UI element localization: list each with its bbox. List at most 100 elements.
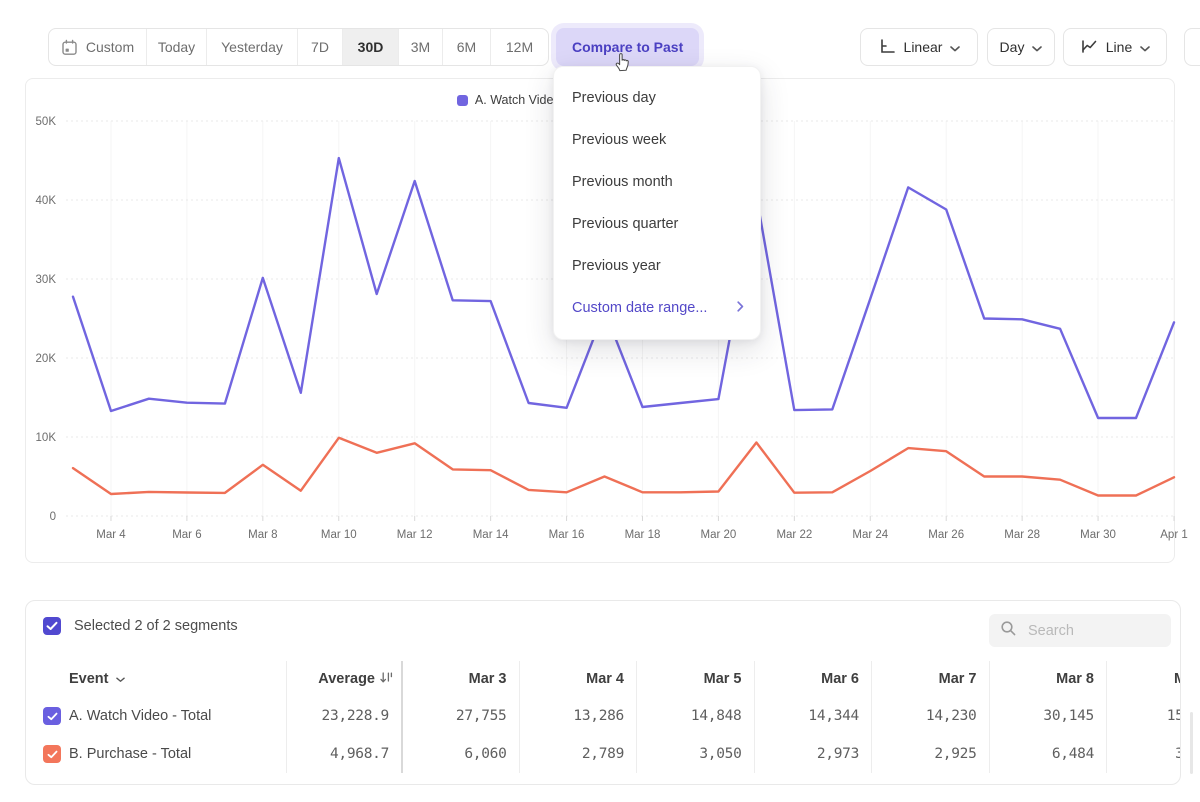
svg-text:Mar 22: Mar 22 — [776, 529, 812, 541]
cell-value: 2,789 — [520, 735, 637, 773]
selected-segments-summary: Selected 2 of 2 segments — [74, 618, 238, 634]
chevron-down-icon — [1032, 39, 1042, 55]
svg-text:Mar 6: Mar 6 — [172, 529, 201, 541]
cell-value: 13,286 — [520, 697, 637, 735]
clipped-toolbar-button[interactable] — [1184, 28, 1200, 66]
average-header-label: Average — [318, 671, 375, 687]
menu-item-previous-week[interactable]: Previous week — [554, 119, 760, 161]
segment-search — [989, 614, 1171, 647]
svg-text:Mar 28: Mar 28 — [1004, 529, 1040, 541]
date-column-header: Mar 8 — [990, 661, 1107, 697]
segment-checkbox[interactable] — [43, 745, 61, 763]
event-header-label: Event — [69, 671, 109, 687]
y-axis-scale-dropdown[interactable]: Linear — [860, 28, 978, 66]
date-column-header: Mar 5 — [637, 661, 754, 697]
cell-value: 6,060 — [403, 735, 519, 773]
chart-type-label: Line — [1106, 39, 1132, 55]
series-line — [73, 438, 1174, 496]
svg-text:Mar 10: Mar 10 — [321, 529, 357, 541]
svg-text:Mar 30: Mar 30 — [1080, 529, 1116, 541]
preset-3m[interactable]: 3M — [399, 29, 443, 65]
table-column: Average 23,228.94,968.7 — [286, 661, 401, 773]
svg-text:0: 0 — [50, 511, 56, 523]
cell-value: 2,925 — [872, 735, 989, 773]
date-preset-group: Custom TodayYesterday7D30D3M6M12M — [48, 28, 549, 66]
cell-value: 3,050 — [637, 735, 754, 773]
menu-item-custom-date-range[interactable]: Custom date range... — [554, 287, 760, 329]
cell-value-clipped: 3, — [1107, 735, 1181, 773]
svg-text:Mar 16: Mar 16 — [549, 529, 585, 541]
table-column: Mar 514,8483,050 — [636, 661, 754, 773]
chevron-down-icon — [116, 671, 125, 687]
preset-label: Custom — [86, 39, 134, 55]
preset-custom[interactable]: Custom — [49, 29, 147, 65]
table-column: M15,3, — [1106, 661, 1181, 773]
calendar-icon — [61, 39, 78, 56]
axis-scale-icon — [878, 38, 896, 57]
menu-item-previous-month[interactable]: Previous month — [554, 161, 760, 203]
table-column: Mar 714,2302,925 — [871, 661, 989, 773]
interval-dropdown[interactable]: Day — [987, 28, 1055, 66]
event-column-header[interactable]: Event — [26, 661, 286, 697]
cell-value-clipped: 15, — [1107, 697, 1181, 735]
menu-item-previous-quarter[interactable]: Previous quarter — [554, 203, 760, 245]
segments-panel: Selected 2 of 2 segments Event A. Watch V… — [25, 600, 1181, 785]
svg-text:30K: 30K — [36, 274, 57, 286]
table-column: Mar 413,2862,789 — [519, 661, 637, 773]
date-column-header: Mar 3 — [403, 661, 519, 697]
preset-yesterday[interactable]: Yesterday — [207, 29, 298, 65]
search-icon — [1000, 620, 1017, 642]
svg-text:Mar 26: Mar 26 — [928, 529, 964, 541]
preset-today[interactable]: Today — [147, 29, 207, 65]
svg-text:Mar 12: Mar 12 — [397, 529, 433, 541]
average-value: 23,228.9 — [287, 697, 401, 735]
date-column-header: Mar 4 — [520, 661, 637, 697]
preset-6m[interactable]: 6M — [443, 29, 491, 65]
menu-item-previous-year[interactable]: Previous year — [554, 245, 760, 287]
compare-to-past-menu: Previous dayPrevious weekPrevious monthP… — [553, 66, 761, 340]
line-chart-icon — [1080, 38, 1098, 57]
select-all-checkbox[interactable] — [43, 617, 61, 635]
svg-text:50K: 50K — [36, 116, 57, 128]
svg-text:Mar 4: Mar 4 — [96, 529, 126, 541]
compare-to-past-button[interactable]: Compare to Past — [556, 28, 699, 66]
search-input[interactable] — [1026, 622, 1160, 640]
preset-12m[interactable]: 12M — [491, 29, 548, 65]
chart-type-dropdown[interactable]: Line — [1063, 28, 1167, 66]
segment-checkbox[interactable] — [43, 707, 61, 725]
chevron-right-icon — [737, 300, 744, 316]
svg-text:Apr 1: Apr 1 — [1160, 529, 1188, 541]
average-value: 4,968.7 — [287, 735, 401, 773]
cell-value: 14,344 — [755, 697, 872, 735]
segment-row: A. Watch Video - Total — [26, 697, 286, 735]
date-column-header: Mar 7 — [872, 661, 989, 697]
svg-text:Mar 24: Mar 24 — [852, 529, 888, 541]
preset-7d[interactable]: 7D — [298, 29, 343, 65]
interval-label: Day — [1000, 39, 1025, 55]
preset-30d[interactable]: 30D — [343, 29, 399, 65]
segments-table: Event A. Watch Video - Total B. Purchase -… — [26, 661, 1181, 773]
table-scrollbar[interactable] — [1190, 712, 1193, 774]
svg-text:Mar 20: Mar 20 — [701, 529, 737, 541]
chevron-down-icon — [950, 39, 960, 55]
svg-text:Mar 14: Mar 14 — [473, 529, 509, 541]
chevron-down-icon — [1140, 39, 1150, 55]
date-column-header-clipped: M — [1107, 661, 1181, 697]
cell-value: 14,230 — [872, 697, 989, 735]
menu-item-previous-day[interactable]: Previous day — [554, 77, 760, 119]
table-column: Mar 327,7556,060 — [401, 661, 519, 773]
table-column: Mar 830,1456,484 — [989, 661, 1107, 773]
segment-row: B. Purchase - Total — [26, 735, 286, 773]
average-column-header[interactable]: Average — [287, 661, 401, 697]
svg-text:20K: 20K — [36, 353, 57, 365]
sort-descending-icon[interactable] — [380, 671, 393, 688]
cell-value: 27,755 — [403, 697, 519, 735]
table-column: Event A. Watch Video - Total B. Purchase -… — [26, 661, 286, 773]
svg-text:Mar 8: Mar 8 — [248, 529, 277, 541]
svg-text:Mar 18: Mar 18 — [625, 529, 661, 541]
custom-range-label: Custom date range... — [572, 300, 707, 316]
segment-label: B. Purchase - Total — [69, 746, 191, 762]
cell-value: 30,145 — [990, 697, 1107, 735]
svg-text:40K: 40K — [36, 195, 57, 207]
cell-value: 2,973 — [755, 735, 872, 773]
